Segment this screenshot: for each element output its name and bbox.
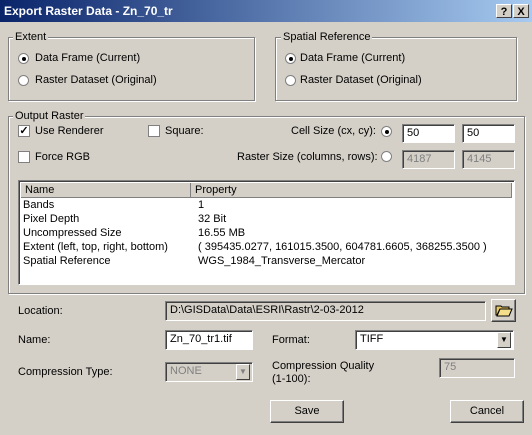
table-header-name[interactable]: Name xyxy=(21,183,191,198)
square-checkbox[interactable] xyxy=(148,125,160,137)
use-renderer-label[interactable]: Use Renderer xyxy=(35,125,103,137)
table-cell-name: Bands xyxy=(23,199,55,211)
compression-quality-input[interactable]: 75 xyxy=(439,358,515,378)
table-cell-name: Extent (left, top, right, bottom) xyxy=(23,241,168,253)
cell-size-cx-input[interactable]: 50 xyxy=(402,124,455,143)
location-input[interactable]: D:\GISData\Data\ESRI\Rastr\2-03-2012 xyxy=(165,301,486,321)
raster-property-table: Name Property Bands 1 Pixel Depth 32 Bit… xyxy=(18,180,515,285)
chevron-down-icon[interactable]: ▼ xyxy=(236,364,250,380)
raster-size-radio[interactable] xyxy=(381,151,392,162)
extent-data-frame-radio[interactable] xyxy=(18,53,29,64)
spatial-reference-group xyxy=(275,37,517,101)
force-rgb-checkbox[interactable] xyxy=(18,151,30,163)
window-title: Export Raster Data - Zn_70_tr xyxy=(4,4,173,18)
format-select[interactable]: TIFF xyxy=(355,330,514,350)
raster-size-rows-input[interactable]: 4145 xyxy=(462,150,515,169)
table-cell-name: Spatial Reference xyxy=(23,255,111,267)
compression-type-label: Compression Type: xyxy=(18,366,113,378)
open-folder-icon xyxy=(495,305,513,317)
table-cell-property: 1 xyxy=(198,199,205,211)
save-button[interactable]: Save xyxy=(270,400,344,423)
sr-data-frame-label[interactable]: Data Frame (Current) xyxy=(300,52,405,64)
table-cell-name: Uncompressed Size xyxy=(23,227,122,239)
extent-group xyxy=(8,37,255,101)
table-cell-name: Pixel Depth xyxy=(23,213,80,225)
raster-size-columns-input[interactable]: 4187 xyxy=(402,150,455,169)
extent-raster-dataset-radio[interactable] xyxy=(18,75,29,86)
sr-raster-dataset-label[interactable]: Raster Dataset (Original) xyxy=(300,74,422,86)
compression-quality-label-line2: (1-100): xyxy=(272,373,311,385)
cell-size-label: Cell Size (cx, cy): xyxy=(291,125,376,137)
format-value: TIFF xyxy=(360,333,384,345)
format-label: Format: xyxy=(272,334,310,346)
spatial-reference-legend: Spatial Reference xyxy=(281,31,373,43)
name-input[interactable]: Zn_70_tr1.tif xyxy=(165,330,253,350)
cell-size-radio[interactable] xyxy=(381,126,392,137)
close-button[interactable]: X xyxy=(513,4,529,18)
table-cell-property: 32 Bit xyxy=(198,213,227,225)
use-renderer-checkbox[interactable]: ✓ xyxy=(18,125,30,137)
browse-location-button[interactable] xyxy=(491,299,516,322)
table-cell-property: WGS_1984_Transverse_Mercator xyxy=(198,255,366,267)
sr-raster-dataset-radio[interactable] xyxy=(285,75,296,86)
name-label: Name: xyxy=(18,334,51,346)
output-raster-legend: Output Raster xyxy=(13,110,86,122)
table-cell-property: 16.55 MB xyxy=(198,227,246,239)
square-label[interactable]: Square: xyxy=(165,125,204,137)
chevron-down-icon[interactable]: ▼ xyxy=(497,332,511,348)
location-label: Location: xyxy=(18,305,63,317)
cancel-button[interactable]: Cancel xyxy=(450,400,524,423)
extent-data-frame-label[interactable]: Data Frame (Current) xyxy=(35,52,140,64)
compression-type-value: NONE xyxy=(170,365,202,377)
compression-quality-label-line1: Compression Quality xyxy=(272,360,375,372)
extent-raster-dataset-label[interactable]: Raster Dataset (Original) xyxy=(35,74,157,86)
extent-legend: Extent xyxy=(13,31,49,43)
help-button[interactable]: ? xyxy=(496,4,512,18)
cell-size-cy-input[interactable]: 50 xyxy=(462,124,515,143)
table-header-property[interactable]: Property xyxy=(191,183,512,198)
table-cell-property: ( 395435.0277, 161015.3500, 604781.6605,… xyxy=(198,241,487,253)
raster-size-label: Raster Size (columns, rows): xyxy=(237,151,378,163)
sr-data-frame-radio[interactable] xyxy=(285,53,296,64)
force-rgb-label[interactable]: Force RGB xyxy=(35,151,90,163)
